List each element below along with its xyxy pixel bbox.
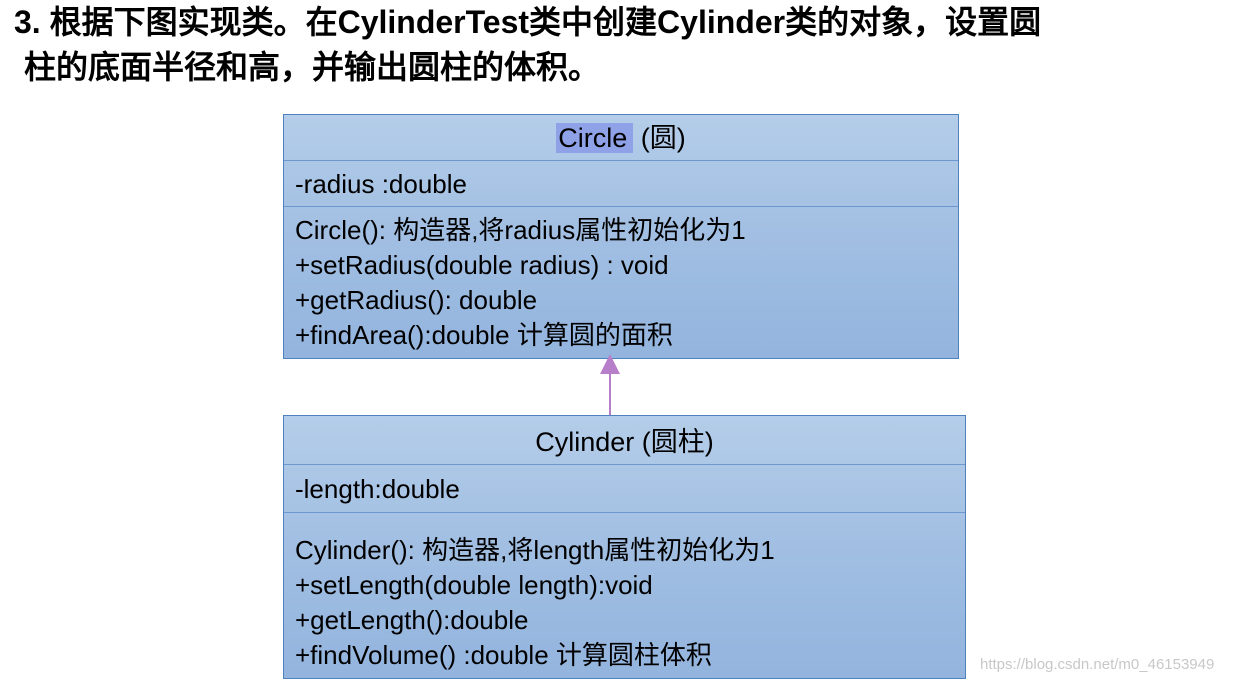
cylinder-operation: Cylinder(): 构造器,将length属性初始化为1 [295, 535, 775, 565]
cylinder-class-header: Cylinder (圆柱) [284, 416, 965, 465]
cylinder-class-box: Cylinder (圆柱) -length:double Cylinder():… [283, 415, 966, 679]
cylinder-class-cn-name: (圆柱) [641, 427, 714, 457]
cylinder-operation: +findVolume() :double 计算圆柱体积 [295, 640, 712, 670]
inheritance-arrow-head [600, 354, 620, 374]
cylinder-operation: +getLength():double [295, 605, 529, 635]
watermark-text: https://blog.csdn.net/m0_46153949 [980, 656, 1215, 673]
cylinder-attributes: -length:double [284, 465, 965, 513]
cylinder-operation: +setLength(double length):void [295, 570, 653, 600]
cylinder-operations: Cylinder(): 构造器,将length属性初始化为1 +setLengt… [284, 513, 965, 673]
cylinder-attribute: -length:double [295, 474, 460, 504]
cylinder-class-name: Cylinder [535, 427, 635, 457]
